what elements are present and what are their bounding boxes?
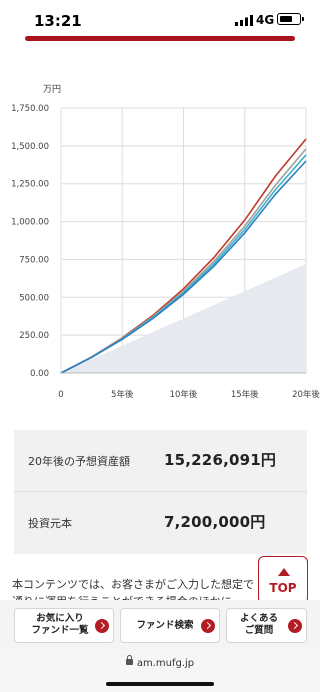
y-tick-label: 1,750.00 — [11, 104, 49, 114]
faq-button[interactable]: よくある ご質問 — [226, 608, 307, 643]
principal-label: 投資元本 — [28, 517, 72, 530]
y-tick-label: 250.00 — [19, 331, 49, 341]
favorites-fund-list-button[interactable]: お気に入り ファンド一覧 — [14, 608, 114, 643]
lock-icon — [125, 655, 133, 665]
chart-svg: 1,750.00 1,500.00 1,250.00 1,000.00 750.00 50… — [11, 104, 320, 400]
url-text: am.mufg.jp — [136, 658, 195, 669]
projected-asset-value: 15,226,091円 — [164, 451, 277, 469]
favorites-line-1: お気に入り — [36, 613, 84, 624]
arrow-up-icon — [278, 568, 290, 576]
chevron-right-icon — [95, 619, 109, 633]
cellular-signal-icon — [235, 15, 253, 26]
projected-asset-label: 20年後の予想資産額 — [28, 455, 130, 468]
x-tick-label: 10年後 — [170, 389, 198, 400]
summary-row-projected: 20年後の予想資産額 15,226,091円 — [14, 430, 307, 492]
summary-row-principal: 投資元本 7,200,000円 — [14, 492, 307, 554]
x-tick-label: 5年後 — [111, 389, 134, 400]
status-bar: 13:21 4G — [0, 0, 320, 40]
y-tick-label: 750.00 — [19, 255, 49, 265]
summary-table: 20年後の予想資産額 15,226,091円 投資元本 7,200,000円 — [14, 430, 307, 554]
y-tick-label: 1,250.00 — [11, 180, 49, 190]
scroll-top-label: TOP — [269, 581, 297, 595]
faq-line-1: よくある — [239, 613, 278, 624]
asset-projection-chart: 1,750.00 1,500.00 1,250.00 1,000.00 750.00 50… — [0, 70, 320, 415]
y-tick-label: 500.00 — [19, 293, 49, 303]
network-type: 4G — [256, 13, 275, 27]
faq-line-2: ご質問 — [244, 625, 274, 636]
x-tick-label: 20年後 — [292, 389, 320, 400]
principal-value: 7,200,000円 — [164, 513, 266, 531]
scroll-top-button[interactable]: TOP — [258, 556, 308, 604]
header-accent-bar — [25, 36, 295, 41]
chevron-right-icon — [201, 619, 215, 633]
status-time: 13:21 — [34, 12, 82, 30]
battery-icon — [277, 13, 304, 25]
y-tick-label: 0.00 — [30, 369, 49, 379]
y-tick-label: 1,000.00 — [11, 218, 49, 228]
favorites-line-2: ファンド一覧 — [31, 625, 89, 636]
x-tick-label: 15年後 — [231, 389, 259, 400]
disclaimer-line-1: 本コンテンツでは、お客さまがご入力した想定で — [12, 578, 254, 591]
y-tick-label: 1,500.00 — [11, 142, 49, 152]
chevron-right-icon — [288, 619, 302, 633]
fund-search-button[interactable]: ファンド検索 — [120, 608, 220, 643]
home-indicator — [106, 682, 214, 686]
fund-search-label: ファンド検索 — [136, 620, 194, 631]
x-tick-label: 0 — [58, 390, 63, 400]
bottom-nav: お気に入り ファンド一覧 ファンド検索 よくある ご質問 — [0, 600, 320, 650]
